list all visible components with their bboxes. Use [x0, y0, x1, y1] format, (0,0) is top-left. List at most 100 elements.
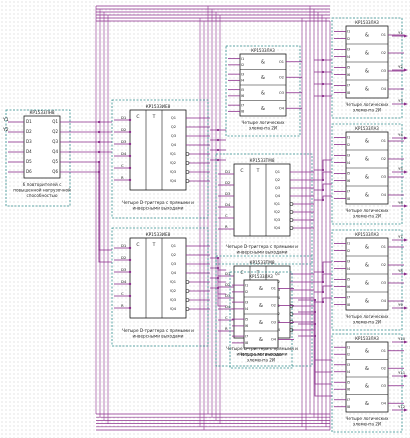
gate-pin-label: O1 [381, 245, 386, 249]
counter-chip [129, 109, 187, 191]
inverse-bubble [185, 152, 190, 156]
junction [128, 270, 132, 274]
counter-pin-label: Q2 [171, 253, 176, 257]
junction [97, 130, 101, 134]
output-arrow [404, 68, 408, 72]
counter-pin-label: D3 [121, 267, 127, 272]
gate-pin-label: O1 [381, 33, 386, 37]
junction [216, 128, 220, 132]
gate-package-part-label: КР1533ЛА3 [355, 126, 379, 131]
counter-clock-label: C [136, 114, 139, 120]
output-arrow [404, 136, 408, 140]
gate-pin-label: O3 [279, 91, 284, 95]
gate-package-part-label: КР1533ЛА3 [355, 232, 379, 237]
inverse-bubble [289, 328, 294, 332]
junction [128, 306, 132, 310]
register-trigger-label: T [256, 168, 260, 174]
inverse-bubble [289, 312, 294, 316]
junction [321, 300, 325, 304]
gate-pin-label: I5 [347, 172, 350, 176]
inverse-bubble [289, 226, 294, 230]
register-caption: инверсными выходами [237, 250, 288, 255]
counter-pin-label: C [121, 291, 124, 296]
junction [216, 148, 220, 152]
net-label: Y12 [398, 404, 406, 409]
output-arrow [404, 102, 408, 106]
net-label: Y10 [398, 336, 406, 341]
buffer-pin-label: Q3 [52, 139, 58, 144]
output-arrow [404, 306, 408, 310]
gate-package-caption: Четыре логических [346, 208, 390, 213]
counter-pin-label: D4 [121, 279, 127, 284]
register-pin-label: Q1 [275, 170, 280, 174]
junction [97, 160, 101, 164]
gate-pin-label: I1 [347, 136, 350, 140]
gate-pin-label: O2 [271, 304, 276, 308]
and-symbol: & [365, 87, 369, 93]
junction [313, 310, 317, 314]
connection-wire [210, 287, 226, 307]
net-label: Y2 [2, 127, 9, 133]
counter-pin-label: D2 [121, 255, 127, 260]
output-arrow [404, 272, 408, 276]
counter-pin-label: R [121, 175, 124, 180]
gate-pin-label: O3 [381, 281, 386, 285]
gate-pin-label: I2 [245, 290, 248, 294]
gate-pin-label: O1 [271, 287, 276, 291]
and-symbol: & [259, 337, 263, 343]
register-pin-label: !Q3 [273, 218, 280, 222]
counter-pin-label: D3 [121, 139, 127, 144]
gate-pin-label: I2 [347, 37, 350, 41]
gate-package-caption: элемента 2И [249, 126, 277, 131]
gate-pin-label: I2 [347, 143, 350, 147]
buffer-pin-label: D4 [26, 149, 32, 154]
register-pin-label: Q4 [275, 194, 281, 198]
gate-pin-label: I3 [241, 72, 244, 76]
inverse-bubble [185, 179, 190, 183]
net-label: Y4 [398, 132, 403, 137]
register-pin-label: R [225, 326, 228, 331]
gate-pin-label: O4 [381, 401, 387, 405]
gate-pin-label: I7 [347, 296, 350, 300]
register-pin-label: !Q2 [273, 210, 280, 214]
net-label: Y1 [2, 117, 9, 123]
net-label: Y11 [398, 370, 406, 375]
gate-package-caption: Четыре логических [346, 102, 390, 107]
and-symbol: & [365, 139, 369, 145]
net-label: Y9 [398, 302, 403, 307]
gate-pin-label: O4 [381, 87, 387, 91]
buffer-caption: 6 повторителей с [23, 182, 62, 187]
gate-pin-label: I2 [347, 249, 350, 253]
and-symbol: & [365, 157, 369, 163]
register-pin-label: Q3 [275, 186, 280, 190]
register-pin-label: D3 [225, 191, 231, 196]
junction [216, 266, 220, 270]
gate-pin-label: O4 [381, 299, 387, 303]
net-label: Y3 [398, 98, 403, 103]
counter-pin-label: Q3 [171, 262, 176, 266]
buffer-pin-label: D5 [26, 159, 32, 164]
junction [321, 178, 325, 182]
gate-pin-label: I7 [347, 84, 350, 88]
and-symbol: & [261, 59, 265, 65]
net-label: Y6 [398, 200, 403, 205]
gate-pin-label: I3 [347, 363, 350, 367]
inverse-bubble [289, 210, 294, 214]
gate-package-caption: элемента 2И [353, 320, 381, 325]
net-label: Y7 [398, 234, 403, 239]
junction [128, 130, 132, 134]
register-pin-label: C [225, 213, 228, 218]
inverse-bubble [289, 202, 294, 206]
circuit-diagram: КР1533ЛН8 D1 Q1 D2 Q2 D3 Q3 D4 Q4 D5 Q5 D6 Q6 Y1 Y2 6 п… [2, 5, 408, 433]
junction [128, 142, 132, 146]
counter-pin-label: !Q4 [169, 307, 176, 311]
junction [128, 154, 132, 158]
gate-pin-label: I3 [245, 300, 248, 304]
register-pin-label: Q2 [275, 178, 280, 182]
gate-pin-label: I3 [347, 154, 350, 158]
gate-pin-label: I8 [347, 303, 350, 307]
junction [321, 290, 325, 294]
output-arrow [404, 204, 408, 208]
register-pin-label: C [225, 315, 228, 320]
inverse-bubble [289, 304, 294, 308]
